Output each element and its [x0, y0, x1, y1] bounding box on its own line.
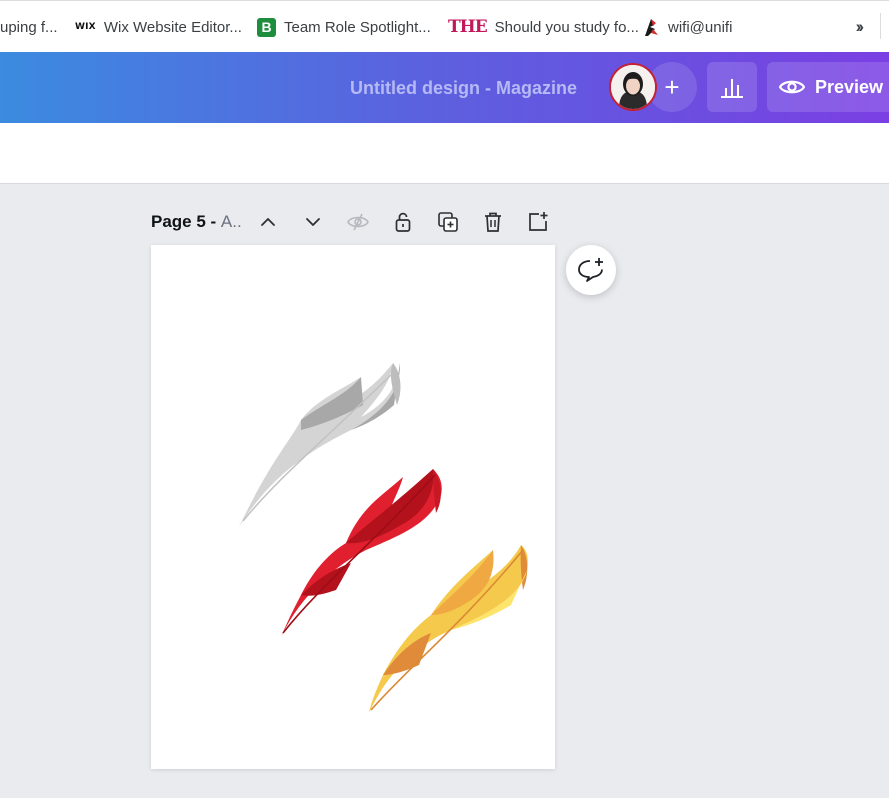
- bookmark-item[interactable]: uping f...: [0, 1, 58, 53]
- divider: [880, 13, 881, 39]
- move-page-up-button[interactable]: [253, 207, 283, 237]
- page-number: Page 5 -: [151, 212, 221, 231]
- editor-header: Untitled design - Magazine + Preview: [0, 52, 889, 123]
- bookmark-label: wifi@unifi: [668, 18, 733, 36]
- page-controls: Page 5 - A..: [151, 207, 242, 237]
- bookmark-label: Team Role Spotlight...: [284, 18, 431, 36]
- comment-plus-icon: [578, 258, 603, 282]
- preview-label: Preview: [815, 76, 884, 97]
- bookmark-label: Wix Website Editor...: [103, 18, 242, 36]
- hide-page-button[interactable]: [343, 207, 373, 237]
- eye-icon: [779, 80, 805, 94]
- design-title[interactable]: Untitled design - Magazine: [350, 78, 577, 99]
- bookmark-item-the[interactable]: THE Should you study fo...: [448, 1, 639, 53]
- bookmark-item-team-role[interactable]: B Team Role Spotlight...: [257, 1, 431, 53]
- add-page-icon: [529, 212, 548, 231]
- red-feather[interactable]: [281, 469, 442, 637]
- chevron-down-icon: [306, 218, 320, 226]
- bookmark-item-unifi[interactable]: wifi@unifi: [642, 1, 732, 53]
- more-bookmarks-icon[interactable]: ››: [856, 17, 865, 37]
- insights-button[interactable]: [707, 62, 757, 112]
- bookmark-item-wix[interactable]: WIX Wix Website Editor...: [75, 1, 242, 53]
- delete-page-button[interactable]: [478, 207, 508, 237]
- bar-chart-icon: [721, 79, 743, 98]
- avatar[interactable]: [609, 63, 657, 111]
- eye-slash-icon: [347, 213, 369, 231]
- bookmark-label: Should you study fo...: [494, 18, 639, 36]
- the-icon: THE: [448, 17, 488, 37]
- add-comment-button[interactable]: [566, 245, 616, 295]
- context-toolbar: [0, 123, 889, 184]
- unlock-icon: [395, 212, 411, 232]
- page-subtitle: A..: [220, 212, 242, 231]
- design-page[interactable]: [151, 245, 555, 769]
- feathers-illustration[interactable]: [151, 245, 555, 769]
- plus-icon: +: [664, 71, 680, 102]
- b-green-icon: B: [257, 17, 276, 37]
- preview-button[interactable]: Preview: [767, 62, 889, 112]
- avatar-image: [611, 65, 655, 109]
- chevron-up-icon: [261, 218, 275, 226]
- unifi-icon: [642, 17, 660, 37]
- page-title[interactable]: Page 5 - A..: [151, 212, 242, 232]
- yellow-feather[interactable]: [369, 545, 528, 713]
- duplicate-icon: [438, 212, 458, 232]
- move-page-down-button[interactable]: [298, 207, 328, 237]
- duplicate-page-button[interactable]: [433, 207, 463, 237]
- lock-page-button[interactable]: [388, 207, 418, 237]
- wix-icon: WIX: [75, 22, 96, 32]
- bookmark-label: uping f...: [0, 18, 58, 36]
- trash-icon: [485, 212, 501, 232]
- add-page-button[interactable]: [523, 207, 553, 237]
- bookmarks-bar: uping f... WIX Wix Website Editor... B T…: [0, 0, 889, 52]
